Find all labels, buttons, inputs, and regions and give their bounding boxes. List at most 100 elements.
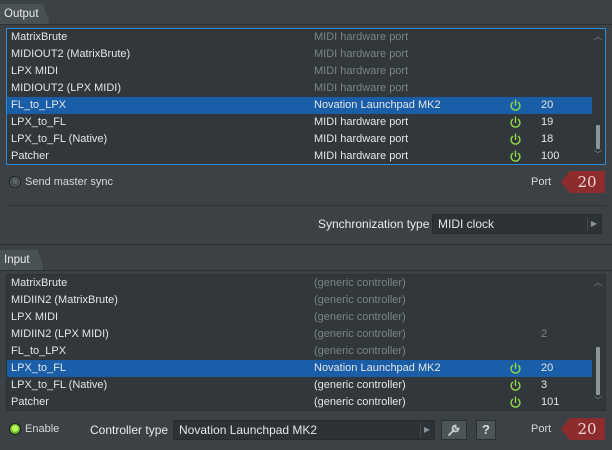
device-port: 100 (541, 150, 560, 162)
chevron-right-icon: ▶ (590, 219, 598, 228)
sync-type-dropdown[interactable]: MIDI clock ▶ (432, 214, 602, 234)
device-type: (generic controller) (314, 311, 406, 323)
device-name: MIDIIN2 (MatrixBrute) (11, 294, 118, 306)
device-name: MIDIOUT2 (LPX MIDI) (11, 82, 122, 94)
scroll-thumb[interactable] (596, 347, 600, 395)
output-divider (6, 205, 606, 206)
power-icon[interactable] (509, 379, 522, 392)
device-type: (generic controller) (314, 345, 406, 357)
list-row[interactable]: LPX MIDI MIDI hardware port (7, 63, 592, 80)
device-type: Novation Launchpad MK2 (314, 99, 441, 111)
device-name: Patcher (11, 150, 49, 162)
chevron-right-icon: ▶ (423, 425, 431, 434)
device-name: MatrixBrute (11, 31, 68, 43)
device-name: LPX_to_FL (Native) (11, 133, 108, 145)
list-row[interactable]: MIDIOUT2 (MatrixBrute) MIDI hardware port (7, 46, 592, 63)
list-row[interactable]: LPX_to_FL (Native) (generic controller) 3 (7, 377, 592, 394)
input-section-divider (0, 244, 612, 245)
wrench-icon (448, 424, 460, 436)
scroll-up-icon[interactable]: ︿ (594, 33, 602, 41)
device-type: MIDI hardware port (314, 133, 409, 145)
list-row[interactable]: LPX_to_FL Novation Launchpad MK2 20 (7, 360, 592, 377)
help-button[interactable]: ? (476, 420, 496, 440)
sync-type-value: MIDI clock (438, 217, 495, 231)
dropdown-separator (420, 423, 421, 437)
power-icon[interactable] (509, 362, 522, 375)
power-icon[interactable] (509, 396, 522, 409)
output-device-list[interactable]: Patcher MIDI hardware port 100 LPX_to_FL (N… (6, 28, 606, 165)
enable-label: Enable (25, 423, 60, 435)
device-name: MIDIIN2 (LPX MIDI) (11, 328, 109, 340)
device-type: (generic controller) (314, 379, 406, 391)
list-row[interactable]: LPX MIDI (generic controller) (7, 309, 592, 326)
input-section-line (0, 270, 612, 271)
device-port: 20 (541, 362, 554, 374)
list-row[interactable]: LPX_to_FL MIDI hardware port 19 (7, 114, 592, 131)
dropdown-separator (587, 217, 588, 231)
device-port: 3 (541, 379, 548, 391)
device-type: MIDI hardware port (314, 150, 409, 162)
scroll-thumb[interactable] (596, 125, 600, 149)
list-row[interactable]: MIDIIN2 (LPX MIDI) (generic controller) 2 (7, 326, 592, 343)
controller-type-dropdown[interactable]: Novation Launchpad MK2 ▶ (173, 420, 435, 440)
device-name: LPX_to_FL (11, 362, 67, 374)
device-name: LPX MIDI (11, 311, 59, 323)
device-name: FL_to_LPX (11, 99, 67, 111)
output-section-line (0, 24, 612, 25)
list-row[interactable]: MIDIIN2 (MatrixBrute) (generic controller… (7, 292, 592, 309)
input-scrollbar[interactable]: ︿ ﹀ (592, 275, 604, 410)
wrench-button[interactable] (441, 420, 467, 440)
list-row[interactable]: MatrixBrute (generic controller) (7, 275, 592, 292)
output-scrollbar[interactable]: ︿ ﹀ (592, 29, 604, 164)
device-type: (generic controller) (314, 294, 406, 306)
input-port-label: Port (531, 423, 552, 435)
power-icon[interactable] (509, 150, 522, 163)
device-name: Patcher (11, 396, 49, 408)
controller-type-value: Novation Launchpad MK2 (179, 423, 318, 437)
device-type: MIDI hardware port (314, 82, 409, 94)
output-port-value[interactable]: 20 (561, 171, 605, 193)
device-name: MatrixBrute (11, 277, 68, 289)
input-device-list[interactable]: Patcher (generic controller) 101 LPX_to_FL … (6, 274, 606, 411)
scroll-down-icon[interactable]: ﹀ (594, 151, 602, 159)
list-row[interactable]: LPX_to_FL (Native) MIDI hardware port 18 (7, 131, 592, 148)
input-port-value[interactable]: 20 (561, 418, 605, 440)
device-type: MIDI hardware port (314, 65, 409, 77)
controller-type-label: Controller type (90, 423, 169, 437)
device-type: MIDI hardware port (314, 48, 409, 60)
device-port: 2 (541, 328, 548, 340)
device-type: (generic controller) (314, 396, 406, 408)
device-type: (generic controller) (314, 328, 406, 340)
device-type: Novation Launchpad MK2 (314, 362, 441, 374)
device-port: 18 (541, 133, 554, 145)
input-tab: Input (0, 250, 44, 270)
device-type: (generic controller) (314, 277, 406, 289)
send-master-sync-toggle[interactable] (9, 176, 21, 188)
device-type: MIDI hardware port (314, 116, 409, 128)
enable-toggle[interactable] (9, 423, 21, 435)
device-name: LPX MIDI (11, 65, 59, 77)
list-row[interactable]: FL_to_LPX Novation Launchpad MK2 20 (7, 97, 592, 114)
list-row[interactable]: Patcher (generic controller) 101 (7, 394, 592, 410)
list-row[interactable]: Patcher MIDI hardware port 100 (7, 148, 592, 164)
device-name: MIDIOUT2 (MatrixBrute) (11, 48, 131, 60)
device-name: FL_to_LPX (11, 345, 67, 357)
output-port-label: Port (531, 176, 552, 188)
output-tab: Output (0, 4, 50, 24)
device-port: 19 (541, 116, 554, 128)
power-icon[interactable] (509, 116, 522, 129)
list-row[interactable]: MatrixBrute MIDI hardware port (7, 29, 592, 46)
power-icon[interactable] (509, 99, 522, 112)
send-master-sync-label: Send master sync (25, 176, 114, 188)
device-name: LPX_to_FL (11, 116, 67, 128)
scroll-down-icon[interactable]: ﹀ (594, 397, 602, 405)
list-row[interactable]: FL_to_LPX (generic controller) (7, 343, 592, 360)
sync-type-label: Synchronization type (318, 217, 430, 231)
list-row[interactable]: MIDIOUT2 (LPX MIDI) MIDI hardware port (7, 80, 592, 97)
device-port: 20 (541, 99, 554, 111)
scroll-up-icon[interactable]: ︿ (594, 279, 602, 287)
device-type: MIDI hardware port (314, 31, 409, 43)
device-name: LPX_to_FL (Native) (11, 379, 108, 391)
device-port: 101 (541, 396, 560, 408)
power-icon[interactable] (509, 133, 522, 146)
